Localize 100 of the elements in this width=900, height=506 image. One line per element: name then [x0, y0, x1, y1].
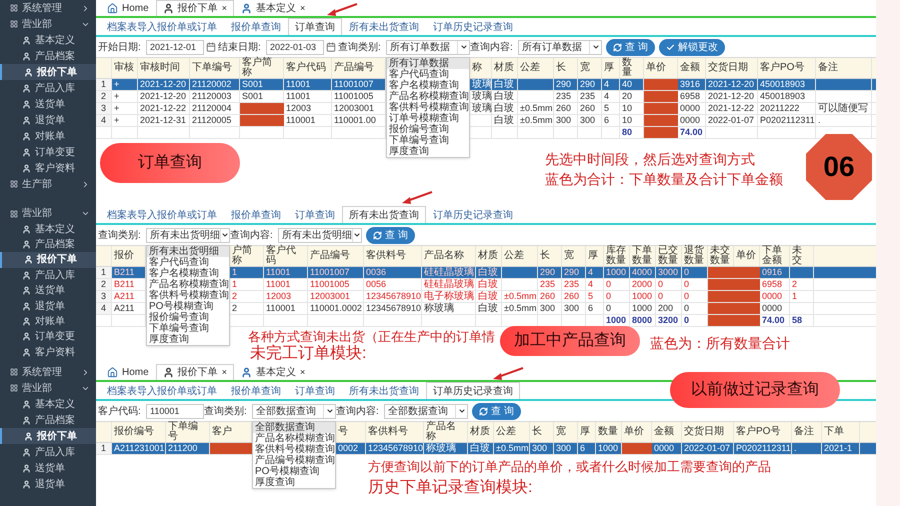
subtab[interactable]: 档案表导入报价单或订单 — [100, 382, 224, 399]
query-button[interactable]: 查 询 — [472, 402, 521, 420]
subtab[interactable]: 档案表导入报价单或订单 — [100, 18, 224, 35]
query-button[interactable]: 查 询 — [606, 38, 655, 56]
dropdown-select[interactable]: 所有订单数据 — [518, 40, 602, 54]
person-icon — [22, 224, 31, 234]
close-button[interactable]: × — [300, 2, 306, 16]
sidebar-item[interactable]: 客户资料 — [0, 344, 96, 360]
menu-option[interactable]: 产品编号模糊查询 — [253, 454, 335, 466]
menu-option[interactable]: PO号模糊查询 — [253, 466, 335, 476]
subtab[interactable]: 档案表导入报价单或订单 — [100, 206, 224, 223]
close-button[interactable]: × — [222, 2, 227, 16]
subtab[interactable]: 所有未出货查询 — [342, 382, 426, 399]
sidebar-item[interactable]: 送货单 — [0, 96, 96, 112]
close-button[interactable]: × — [222, 366, 227, 380]
page-tab[interactable]: 基本定义 × — [234, 364, 312, 380]
menu-option[interactable]: 客户名模糊查询 — [147, 268, 229, 278]
page-tab[interactable]: 报价下单 × — [156, 0, 234, 16]
subtab[interactable]: 报价单查询 — [224, 382, 288, 399]
sidebar-group[interactable]: 系统管理 — [0, 0, 96, 16]
table-cell: 11001007 — [308, 267, 364, 278]
sidebar-group[interactable]: 生产部 — [0, 176, 96, 192]
sidebar-item[interactable]: 送货单 — [0, 460, 96, 476]
sidebar-item[interactable]: 订单变更 — [0, 144, 96, 160]
query-button[interactable]: 解锁更改 — [658, 38, 725, 56]
sidebar-item[interactable]: 基本定义 — [0, 32, 96, 48]
subtab[interactable]: 订单查询 — [288, 18, 342, 35]
menu-option[interactable]: 厚度查询 — [253, 476, 335, 488]
menu-option[interactable]: 厚度查询 — [387, 146, 469, 156]
dropdown-select[interactable]: 所有未出货明细 — [146, 228, 230, 242]
table-cell: 白玻 — [492, 79, 518, 90]
query-button[interactable]: 查 询 — [366, 226, 415, 244]
subtab[interactable]: 报价单查询 — [224, 206, 288, 223]
sidebar-item[interactable]: 客户资料 — [0, 160, 96, 176]
subtab[interactable]: 所有未出货查询 — [342, 18, 426, 35]
close-button[interactable]: × — [300, 366, 306, 380]
sidebar-item[interactable]: 退货单 — [0, 476, 96, 492]
menu-option[interactable]: 客户名模糊查询 — [387, 80, 469, 90]
input-field[interactable]: 110001 — [146, 404, 204, 418]
sidebar-item[interactable]: 退货单 — [0, 298, 96, 314]
menu-option[interactable]: 产品名称模糊查询 — [253, 432, 335, 444]
date-field[interactable]: 2021-12-01 — [146, 40, 204, 54]
sidebar-item[interactable]: 对账单 — [0, 128, 96, 144]
subtab[interactable]: 订单查询 — [288, 206, 342, 223]
sidebar-item[interactable]: 订单变更 — [0, 329, 96, 345]
menu-option[interactable]: 订单号模糊查询 — [387, 112, 469, 124]
sidebar-item[interactable]: 报价下单 — [0, 428, 96, 444]
sidebar-group[interactable]: 营业部 — [0, 380, 96, 396]
table-cell: 4 — [586, 267, 604, 278]
sidebar-item[interactable]: 产品入库 — [0, 80, 96, 96]
sidebar-item[interactable]: 退货单 — [0, 112, 96, 128]
person-icon — [24, 432, 33, 440]
subtab[interactable]: 订单历史记录查询 — [426, 206, 520, 223]
subtab[interactable]: 订单历史记录查询 — [426, 18, 520, 35]
sidebar-item[interactable]: 送货单 — [0, 283, 96, 298]
dropdown-select[interactable]: 全部数据查询 — [252, 404, 336, 418]
subtab[interactable]: 订单历史记录查询 — [426, 382, 520, 399]
callout-bubble: 以前做过记录查询 — [670, 372, 840, 408]
page-tab[interactable]: Home — [100, 0, 156, 16]
menu-option[interactable]: 下单编号查询 — [147, 322, 229, 334]
sidebar-group[interactable]: 系统管理 — [0, 364, 96, 380]
menu-option[interactable]: 客户代码查询 — [147, 256, 229, 268]
sidebar-item[interactable]: 报价下单 — [0, 64, 96, 80]
person-icon — [22, 448, 31, 456]
page-tab[interactable]: 基本定义 × — [234, 0, 312, 16]
subtab[interactable]: 报价单查询 — [224, 18, 288, 35]
dropdown-select[interactable]: 所有未出货明细 — [278, 228, 362, 242]
page-tab[interactable]: 报价下单 × — [156, 364, 234, 380]
menu-option[interactable]: 客户代码查询 — [387, 68, 469, 80]
sidebar-group[interactable]: 营业部 — [0, 206, 96, 222]
sidebar-item[interactable]: 产品入库 — [0, 444, 96, 460]
dropdown-select[interactable]: 全部数据查询 — [384, 404, 468, 418]
sidebar-item[interactable]: 基本定义 — [0, 396, 96, 412]
menu-option[interactable]: 厚度查询 — [147, 334, 229, 344]
menu-option[interactable]: 产品名称模糊查询 — [387, 90, 469, 102]
calendar-icon[interactable] — [206, 42, 216, 52]
sidebar-item[interactable]: 报价下单 — [0, 252, 96, 268]
sidebar-item[interactable]: 产品档案 — [0, 236, 96, 252]
dropdown-select[interactable]: 所有订单数据 — [386, 40, 470, 54]
menu-option[interactable]: 所有订单数据 — [387, 58, 469, 68]
menu-option[interactable]: 下单编号查询 — [387, 134, 469, 146]
menu-option[interactable]: 全部数据查询 — [253, 422, 335, 432]
subtab[interactable]: 订单查询 — [288, 382, 342, 399]
page-tab[interactable]: Home — [100, 364, 156, 380]
sidebar-item[interactable]: 产品档案 — [0, 48, 96, 64]
sidebar-item[interactable]: 基本定义 — [0, 221, 96, 237]
calendar-icon[interactable] — [326, 42, 336, 52]
column-header: 客户PO号 — [734, 422, 792, 442]
menu-option[interactable]: 所有未出货明细 — [147, 246, 229, 256]
menu-option[interactable]: 客供料号模糊查询 — [387, 102, 469, 112]
menu-option[interactable]: PO号模糊查询 — [147, 300, 229, 312]
subtab[interactable]: 所有未出货查询 — [342, 206, 426, 223]
sidebar-group[interactable]: 营业部 — [0, 16, 96, 32]
sidebar-item[interactable]: 对账单 — [0, 314, 96, 330]
date-field[interactable]: 2022-01-03 — [266, 40, 324, 54]
menu-option[interactable]: 客供料号模糊查询 — [147, 290, 229, 300]
sidebar-item[interactable]: 产品入库 — [0, 268, 96, 284]
sidebar-item[interactable]: 产品档案 — [0, 412, 96, 428]
menu-option[interactable]: 客供料号模糊查询 — [253, 444, 335, 454]
menu-option[interactable]: 产品名称模糊查询 — [147, 278, 229, 290]
